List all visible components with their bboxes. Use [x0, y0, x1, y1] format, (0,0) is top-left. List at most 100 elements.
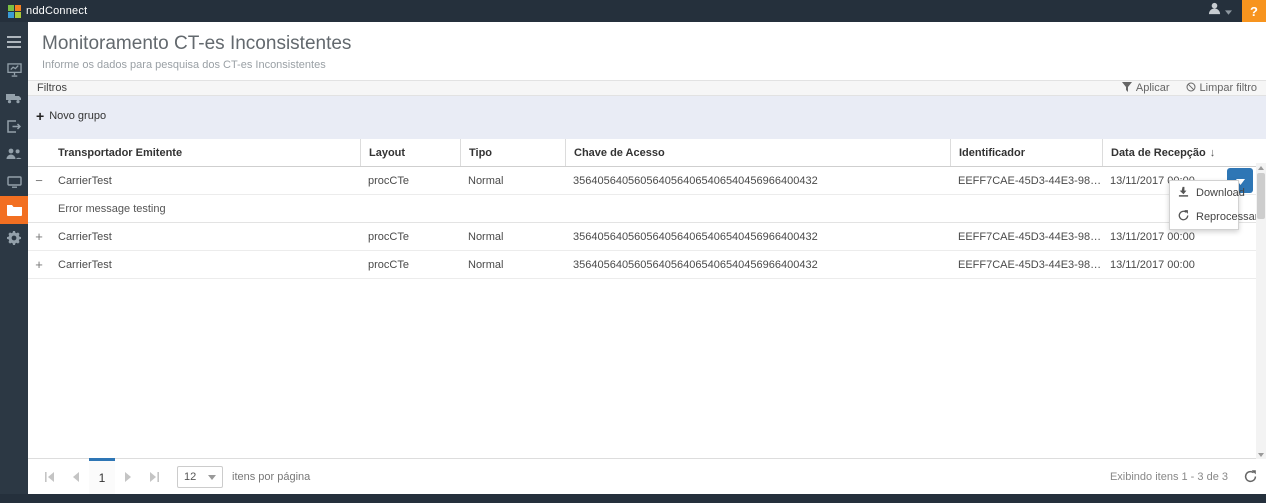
menu-item-reprocess[interactable]: Reprocessar — [1170, 205, 1238, 229]
ban-icon — [1186, 82, 1196, 95]
col-label: Transportador Emitente — [58, 147, 182, 159]
cell-layout: procCTe — [360, 175, 460, 187]
cell-layout: procCTe — [360, 259, 460, 271]
row-actions-menu: Download Reprocessar — [1169, 180, 1239, 230]
clear-filter-button[interactable]: Limpar filtro — [1186, 82, 1257, 95]
cell-chave: 3564056405605640564065406540456966400432 — [565, 175, 950, 187]
last-page-button[interactable] — [141, 460, 167, 494]
col-label: Layout — [369, 147, 405, 159]
monitor-icon[interactable] — [0, 168, 28, 196]
col-label: Identificador — [959, 147, 1025, 159]
filter-panel: + Novo grupo — [28, 96, 1266, 139]
plus-icon: + — [36, 111, 44, 121]
col-layout[interactable]: Layout — [360, 139, 460, 166]
pager-status: Exibindo itens 1 - 3 de 3 — [1110, 471, 1228, 483]
download-icon — [1178, 186, 1189, 200]
col-label: Chave de Acesso — [574, 147, 665, 159]
table-header: Transportador Emitente Layout Tipo Chave… — [28, 139, 1266, 167]
help-button[interactable]: ? — [1242, 0, 1266, 22]
col-label: Data de Recepção — [1111, 147, 1206, 159]
page-size-select[interactable]: 12 — [177, 466, 223, 488]
truck-icon[interactable] — [0, 84, 28, 112]
expand-row-button[interactable]: + — [28, 231, 50, 243]
users-icon[interactable] — [0, 140, 28, 168]
cell-identificador: EEFF7CAE-45D3-44E3-983D-666564F24... — [950, 175, 1102, 187]
collapse-row-button[interactable]: − — [28, 175, 50, 187]
filters-bar: Filtros Aplicar Limpar filtro — [28, 80, 1266, 96]
cell-tipo: Normal — [460, 231, 565, 243]
cell-data: 13/11/2017 00:00 — [1102, 231, 1266, 243]
menu-icon[interactable] — [0, 28, 28, 56]
scrollbar-thumb[interactable] — [1257, 173, 1265, 219]
vertical-scrollbar[interactable] — [1256, 163, 1266, 459]
funnel-icon — [1122, 82, 1132, 95]
results-table: Transportador Emitente Layout Tipo Chave… — [28, 139, 1266, 279]
menu-item-label: Download — [1196, 187, 1245, 199]
per-page-label: itens por página — [232, 471, 310, 483]
apply-filter-label: Aplicar — [1136, 82, 1170, 94]
next-page-button[interactable] — [115, 460, 141, 494]
chevron-down-icon — [208, 471, 216, 483]
pagination-bar: 1 12 itens por página Exibindo itens 1 -… — [28, 458, 1266, 494]
expand-row-button[interactable]: + — [28, 259, 50, 271]
row-detail-error-message: Error message testing — [28, 195, 1266, 223]
cell-transportador: CarrierTest — [50, 175, 360, 187]
reprocess-icon — [1178, 210, 1189, 224]
cell-transportador: CarrierTest — [50, 259, 360, 271]
documents-icon[interactable] — [0, 196, 28, 224]
topbar: nddConnect ? — [0, 0, 1266, 22]
first-page-button[interactable] — [37, 460, 63, 494]
pager-status-area: Exibindo itens 1 - 3 de 3 — [1110, 470, 1257, 483]
page-subtitle: Informe os dados para pesquisa dos CT-es… — [42, 59, 1252, 71]
cell-chave: 3564056405605640564065406540456966400432 — [565, 231, 950, 243]
clear-filter-label: Limpar filtro — [1200, 82, 1257, 94]
menu-item-label: Reprocessar — [1196, 211, 1258, 223]
apply-filter-button[interactable]: Aplicar — [1122, 82, 1170, 95]
menu-item-download[interactable]: Download — [1170, 181, 1238, 205]
sort-desc-icon: ↓ — [1210, 147, 1216, 159]
new-group-button[interactable]: + Novo grupo — [36, 110, 106, 122]
cell-data: 13/11/2017 00:00 — [1102, 259, 1266, 271]
page-title: Monitoramento CT-es Inconsistentes — [42, 33, 1252, 55]
table-row[interactable]: + CarrierTest procCTe Normal 35640564056… — [28, 251, 1266, 279]
refresh-icon[interactable] — [1244, 470, 1257, 483]
app-root: nddConnect ? — [0, 0, 1266, 503]
col-expand — [28, 139, 50, 166]
brand[interactable]: nddConnect — [0, 5, 87, 18]
cell-identificador: EEFF7CAE-45D3-44E3-983D-666564F24... — [950, 259, 1102, 271]
export-icon[interactable] — [0, 112, 28, 140]
col-label: Tipo — [469, 147, 492, 159]
prev-page-button[interactable] — [63, 460, 89, 494]
col-transportador[interactable]: Transportador Emitente — [50, 139, 360, 166]
cell-transportador: CarrierTest — [50, 231, 360, 243]
settings-icon[interactable] — [0, 224, 28, 252]
scroll-up-icon[interactable] — [1256, 163, 1266, 172]
new-group-label: Novo grupo — [49, 110, 106, 122]
footer-bar — [0, 494, 1266, 503]
user-icon — [1208, 2, 1221, 20]
chevron-down-icon — [1225, 2, 1232, 20]
cell-identificador: EEFF7CAE-45D3-44E3-983D-666564F24... — [950, 231, 1102, 243]
table-row[interactable]: − CarrierTest procCTe Normal 35640564056… — [28, 167, 1266, 195]
cell-chave: 3564056405605640564065406540456966400432 — [565, 259, 950, 271]
col-chave[interactable]: Chave de Acesso — [565, 139, 950, 166]
topbar-actions: ? — [1198, 0, 1266, 22]
dashboard-icon[interactable] — [0, 56, 28, 84]
current-page-button[interactable]: 1 — [89, 458, 115, 494]
user-menu-button[interactable] — [1198, 0, 1242, 22]
filters-title: Filtros — [37, 82, 67, 94]
table-row[interactable]: + CarrierTest procCTe Normal 35640564056… — [28, 223, 1266, 251]
cell-layout: procCTe — [360, 231, 460, 243]
brand-name: nddConnect — [26, 5, 87, 17]
sidebar — [0, 22, 28, 494]
cell-tipo: Normal — [460, 259, 565, 271]
page-size-value: 12 — [184, 471, 196, 483]
cell-tipo: Normal — [460, 175, 565, 187]
main-content: Monitoramento CT-es Inconsistentes Infor… — [28, 22, 1266, 494]
scroll-down-icon[interactable] — [1256, 450, 1266, 459]
col-data-recepcao[interactable]: Data de Recepção ↓ — [1102, 139, 1266, 166]
col-identificador[interactable]: Identificador — [950, 139, 1102, 166]
page-head: Monitoramento CT-es Inconsistentes Infor… — [28, 22, 1266, 80]
col-tipo[interactable]: Tipo — [460, 139, 565, 166]
brand-logo-icon — [8, 5, 21, 18]
